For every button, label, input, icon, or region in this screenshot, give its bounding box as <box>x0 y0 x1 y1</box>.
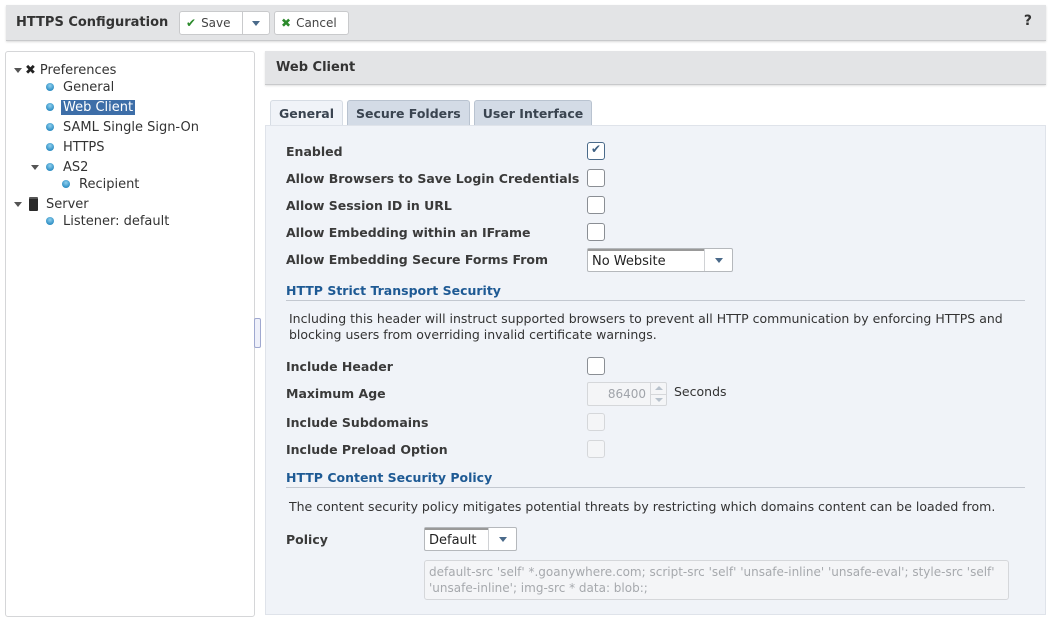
bullet-icon <box>62 180 70 188</box>
tree-label: General <box>61 80 116 95</box>
policy-value: Default <box>425 528 488 550</box>
max-age-spinner[interactable]: 86400 <box>587 382 667 406</box>
include-subdomains-checkbox[interactable] <box>587 413 605 431</box>
hsts-description: Including this header will instruct supp… <box>289 311 1019 343</box>
include-header-label: Include Header <box>286 359 393 374</box>
allow-iframe-checkbox[interactable] <box>587 223 605 241</box>
max-age-value: 86400 <box>588 387 650 401</box>
server-icon <box>29 197 38 211</box>
max-age-unit: Seconds <box>674 384 727 399</box>
tree-label: Web Client <box>61 100 135 115</box>
policy-label: Policy <box>286 532 328 547</box>
bullet-icon <box>46 163 54 171</box>
tree-item-general[interactable]: General <box>46 78 116 96</box>
tree-item-https[interactable]: HTTPS <box>46 138 107 156</box>
expand-toggle-icon[interactable] <box>14 202 22 207</box>
spinner-down-button[interactable] <box>651 394 666 406</box>
toolbar: HTTPS Configuration ✔ Save ✖ Cancel ? <box>6 5 1046 41</box>
save-label: Save <box>201 16 230 30</box>
arrow-down-icon <box>655 398 663 402</box>
sidebar-tree: ✖ Preferences General Web Client SAML Si… <box>5 51 255 617</box>
tree-item-recipient[interactable]: Recipient <box>62 175 141 193</box>
dropdown-trigger[interactable] <box>704 249 732 271</box>
check-icon: ✔ <box>186 16 196 30</box>
caret-down-icon <box>715 258 723 263</box>
include-header-checkbox[interactable] <box>587 357 605 375</box>
tree-item-as2[interactable]: AS2 <box>31 158 90 176</box>
bullet-icon <box>46 217 54 225</box>
sidebar-collapse-handle[interactable] <box>254 318 261 348</box>
tab-user-interface[interactable]: User Interface <box>474 100 593 125</box>
tree-item-web-client[interactable]: Web Client <box>46 98 135 116</box>
bullet-icon <box>46 103 54 111</box>
x-icon: ✖ <box>281 16 291 30</box>
enabled-checkbox[interactable] <box>587 142 605 160</box>
dropdown-trigger[interactable] <box>488 528 516 550</box>
allow-session-id-checkbox[interactable] <box>587 196 605 214</box>
tree-label: Listener: default <box>61 214 171 229</box>
expand-toggle-icon[interactable] <box>31 165 39 170</box>
tree-label: Recipient <box>77 177 141 192</box>
tree-label: Server <box>44 197 91 212</box>
save-button[interactable]: ✔ Save <box>179 11 243 35</box>
tree-item-saml-sso[interactable]: SAML Single Sign-On <box>46 118 201 136</box>
secure-forms-from-value: No Website <box>588 249 704 271</box>
tree-item-listener-default[interactable]: Listener: default <box>46 212 171 230</box>
tab-content-general: Enabled Allow Browsers to Save Login Cre… <box>265 125 1046 615</box>
expand-toggle-icon[interactable] <box>14 68 22 73</box>
tree-label: Preferences <box>38 63 118 78</box>
caret-down-icon <box>499 537 507 542</box>
cancel-button[interactable]: ✖ Cancel <box>274 11 349 35</box>
tools-icon: ✖ <box>25 63 36 78</box>
csp-description: The content security policy mitigates po… <box>289 499 1019 515</box>
save-dropdown-button[interactable] <box>242 11 270 35</box>
tree-label: HTTPS <box>61 140 107 155</box>
allow-save-credentials-label: Allow Browsers to Save Login Credentials <box>286 171 579 186</box>
panel-header: Web Client <box>265 51 1046 85</box>
bullet-icon <box>46 123 54 131</box>
csp-section-title: HTTP Content Security Policy <box>286 470 1025 488</box>
arrow-up-icon <box>655 386 663 390</box>
allow-iframe-label: Allow Embedding within an IFrame <box>286 225 531 240</box>
cancel-label: Cancel <box>296 16 337 30</box>
bullet-icon <box>46 143 54 151</box>
policy-textarea[interactable]: default-src 'self' *.goanywhere.com; scr… <box>424 560 1009 600</box>
help-button[interactable]: ? <box>1024 13 1032 29</box>
tab-secure-folders[interactable]: Secure Folders <box>347 100 470 125</box>
include-subdomains-label: Include Subdomains <box>286 415 428 430</box>
include-preload-label: Include Preload Option <box>286 442 448 457</box>
tree-item-server[interactable]: Server <box>14 195 91 213</box>
secure-forms-from-select[interactable]: No Website <box>587 248 733 272</box>
bullet-icon <box>46 83 54 91</box>
spinner-up-button[interactable] <box>651 383 666 394</box>
allow-session-id-label: Allow Session ID in URL <box>286 198 452 213</box>
caret-down-icon <box>252 21 260 26</box>
include-preload-checkbox[interactable] <box>587 440 605 458</box>
enabled-label: Enabled <box>286 144 343 159</box>
policy-select[interactable]: Default <box>424 527 517 551</box>
page-title: HTTPS Configuration <box>16 15 168 30</box>
panel-title: Web Client <box>276 60 355 75</box>
tab-general[interactable]: General <box>270 100 343 125</box>
tree-label: AS2 <box>61 160 90 175</box>
tree-label: SAML Single Sign-On <box>61 120 201 135</box>
tree-item-preferences[interactable]: ✖ Preferences <box>14 61 118 79</box>
tab-bar: General Secure Folders User Interface <box>270 100 596 125</box>
allow-save-credentials-checkbox[interactable] <box>587 169 605 187</box>
max-age-label: Maximum Age <box>286 386 386 401</box>
secure-forms-from-label: Allow Embedding Secure Forms From <box>286 252 548 267</box>
hsts-section-title: HTTP Strict Transport Security <box>286 283 1025 301</box>
